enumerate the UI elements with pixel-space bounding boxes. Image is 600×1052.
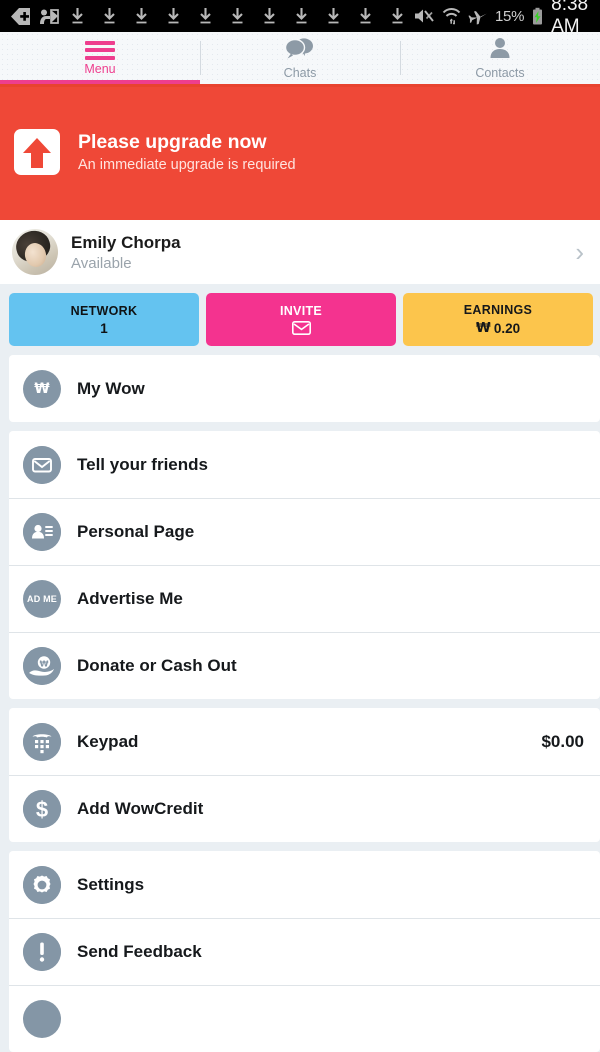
status-bar: 15% 8:38 AM (0, 0, 600, 32)
tab-contacts[interactable]: Contacts (400, 32, 600, 84)
profile-name: Emily Chorpa (71, 233, 562, 253)
tab-chats-label: Chats (284, 66, 317, 80)
avatar (12, 229, 58, 275)
download-icon (285, 7, 317, 26)
menu-item-label: Add WowCredit (77, 799, 584, 819)
menu-item-my-wow[interactable]: ₩ My Wow (9, 355, 600, 422)
menu-item-personal-page[interactable]: Personal Page (9, 498, 600, 565)
menu-group: ₩ My Wow (9, 355, 600, 422)
menu-groups: ₩ My Wow Tell your friends Personal Page… (0, 355, 600, 1052)
profile-text: Emily Chorpa Available (71, 233, 562, 272)
menu-item-label: Tell your friends (77, 455, 584, 475)
tab-menu[interactable]: Menu (0, 32, 200, 84)
earnings-button-label: EARNINGS (464, 303, 532, 317)
tab-menu-label: Menu (84, 62, 115, 76)
menu-item-label: Settings (77, 875, 584, 895)
airplane-mode-icon (468, 7, 488, 25)
dollar-icon: $ (23, 790, 61, 828)
invite-button[interactable]: INVITE (206, 293, 396, 346)
volume-mute-icon (413, 7, 435, 25)
download-icon (349, 7, 381, 26)
profile-row[interactable]: Emily Chorpa Available › (0, 220, 600, 284)
tab-bar: Menu Chats Contacts (0, 32, 600, 84)
exclamation-icon (23, 933, 61, 971)
contact-card-icon (23, 513, 61, 551)
menu-item-label: Advertise Me (77, 589, 584, 609)
envelope-circle-icon (23, 446, 61, 484)
upgrade-banner[interactable]: Please upgrade now An immediate upgrade … (0, 84, 600, 220)
wifi-icon (442, 7, 461, 25)
hamburger-menu-icon (85, 40, 115, 60)
shield-plus-icon (10, 7, 32, 26)
wow-bubble-icon: ₩ (23, 370, 61, 408)
earnings-amount: 0.20 (494, 321, 520, 336)
download-icon (253, 7, 285, 26)
won-currency-symbol: ₩ (476, 320, 491, 336)
battery-charging-icon (531, 7, 544, 26)
tab-chats[interactable]: Chats (200, 32, 400, 84)
keypad-balance: $0.00 (541, 732, 584, 752)
action-buttons: NETWORK 1 INVITE EARNINGS ₩ 0.20 (0, 284, 600, 355)
menu-item-tell-your-friends[interactable]: Tell your friends (9, 431, 600, 498)
menu-item-keypad[interactable]: Keypad $0.00 (9, 708, 600, 775)
download-icon (157, 7, 189, 26)
menu-item-label: My Wow (77, 379, 584, 399)
download-icon (125, 7, 157, 26)
ad-me-icon: AD ME (23, 580, 61, 618)
battery-percent: 15% (495, 8, 524, 25)
menu-group: Keypad $0.00 $ Add WowCredit (9, 708, 600, 842)
download-icon (381, 7, 413, 26)
dialpad-icon (23, 723, 61, 761)
child-seat-icon (37, 7, 61, 26)
menu-item-settings[interactable]: Settings (9, 851, 600, 918)
status-bar-left-icons (10, 7, 413, 26)
hand-coin-icon: ₩ (23, 647, 61, 685)
svg-text:$: $ (36, 797, 48, 822)
network-button[interactable]: NETWORK 1 (9, 293, 199, 346)
menu-item-donate-or-cash-out[interactable]: ₩ Donate or Cash Out (9, 632, 600, 699)
gear-icon (23, 866, 61, 904)
download-icon (93, 7, 125, 26)
download-icon (221, 7, 253, 26)
upgrade-banner-subtitle: An immediate upgrade is required (78, 157, 296, 173)
partial-row-icon (23, 1000, 61, 1038)
envelope-icon (292, 321, 311, 335)
earnings-button-value: ₩ 0.20 (476, 320, 520, 336)
menu-group: Settings Send Feedback (9, 851, 600, 1052)
menu-item-advertise-me[interactable]: AD ME Advertise Me (9, 565, 600, 632)
upgrade-banner-text: Please upgrade now An immediate upgrade … (78, 131, 296, 173)
menu-item-partial[interactable] (9, 985, 600, 1052)
download-icon (61, 7, 93, 26)
menu-item-label: Personal Page (77, 522, 584, 542)
network-button-label: NETWORK (71, 304, 138, 318)
menu-group: Tell your friends Personal Page AD ME Ad… (9, 431, 600, 699)
chevron-right-icon: › (575, 239, 584, 265)
upgrade-banner-title: Please upgrade now (78, 131, 296, 154)
svg-text:₩: ₩ (40, 659, 49, 668)
menu-item-label: Donate or Cash Out (77, 656, 584, 676)
earnings-button[interactable]: EARNINGS ₩ 0.20 (403, 293, 593, 346)
menu-item-add-wowcredit[interactable]: $ Add WowCredit (9, 775, 600, 842)
profile-status: Available (71, 255, 562, 272)
network-button-value: 1 (100, 321, 108, 336)
tab-contacts-label: Contacts (475, 66, 524, 80)
svg-text:₩: ₩ (34, 381, 50, 397)
person-icon (489, 37, 511, 64)
download-icon (317, 7, 349, 26)
download-icon (189, 7, 221, 26)
invite-button-label: INVITE (280, 304, 322, 318)
upgrade-arrow-icon (14, 129, 60, 175)
chat-bubbles-icon (285, 37, 315, 64)
menu-item-label: Keypad (77, 732, 525, 752)
menu-item-label: Send Feedback (77, 942, 584, 962)
menu-item-send-feedback[interactable]: Send Feedback (9, 918, 600, 985)
